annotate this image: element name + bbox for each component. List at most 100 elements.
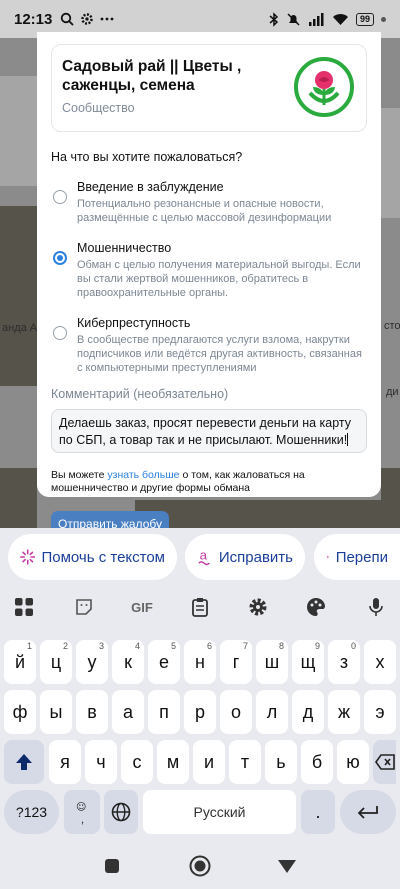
key[interactable]: ф bbox=[4, 690, 36, 734]
report-option-misinformation[interactable]: Введение в заблуждение Потенциально резо… bbox=[51, 180, 367, 225]
key[interactable]: в bbox=[76, 690, 108, 734]
community-title: Садовый рай || Цветы , саженцы, семена bbox=[62, 58, 242, 94]
space-key[interactable]: Русский bbox=[143, 790, 296, 834]
signal-icon bbox=[308, 12, 324, 26]
keyboard: Помочь с текстом a Исправить Перепи GIF bbox=[0, 528, 400, 844]
emoji-icon: ☺, bbox=[76, 802, 86, 825]
key[interactable]: ж bbox=[328, 690, 360, 734]
comment-label: Комментарий (необязательно) bbox=[51, 387, 229, 401]
key[interactable]: ш8 bbox=[256, 640, 288, 684]
shift-key[interactable] bbox=[4, 740, 44, 784]
option-description: Обман с целью получения материальной выг… bbox=[77, 259, 361, 299]
sparkle-icon bbox=[326, 555, 330, 559]
key[interactable]: г7 bbox=[220, 640, 252, 684]
keyboard-toolbar: GIF bbox=[0, 594, 400, 620]
radio-button-selected[interactable] bbox=[53, 251, 67, 265]
key[interactable]: х bbox=[364, 640, 396, 684]
key[interactable]: и bbox=[193, 740, 225, 784]
period-key[interactable]: . bbox=[301, 790, 335, 834]
key[interactable]: о bbox=[220, 690, 252, 734]
key-label: я bbox=[60, 751, 70, 772]
key[interactable]: м bbox=[157, 740, 189, 784]
key-label: ш bbox=[264, 651, 280, 672]
key-label: в bbox=[87, 701, 97, 722]
svg-text:,: , bbox=[81, 814, 84, 825]
key[interactable]: щ9 bbox=[292, 640, 324, 684]
key[interactable]: ы bbox=[40, 690, 72, 734]
key[interactable]: е5 bbox=[148, 640, 180, 684]
key-hint: 2 bbox=[62, 641, 68, 651]
report-hint: Вы можете узнать больше о том, как жалов… bbox=[51, 469, 367, 495]
key[interactable]: б bbox=[301, 740, 333, 784]
key-hint: 7 bbox=[242, 641, 248, 651]
key[interactable]: н6 bbox=[184, 640, 216, 684]
language-key[interactable] bbox=[104, 790, 138, 834]
key-label: л bbox=[266, 701, 278, 722]
key[interactable]: я bbox=[49, 740, 81, 784]
shift-icon bbox=[16, 754, 32, 770]
home-icon[interactable] bbox=[189, 855, 211, 877]
navigation-bar bbox=[0, 844, 400, 889]
text-caret bbox=[347, 433, 349, 446]
svg-text:☺: ☺ bbox=[76, 802, 86, 813]
key[interactable]: с bbox=[121, 740, 153, 784]
symbols-key[interactable]: ?123 bbox=[4, 790, 59, 834]
apps-grid-icon[interactable] bbox=[12, 594, 36, 620]
key[interactable]: ю bbox=[337, 740, 369, 784]
key-label: н bbox=[195, 651, 205, 672]
gear-icon[interactable] bbox=[246, 594, 270, 620]
comment-input[interactable]: Делаешь заказ, просят перевести деньги н… bbox=[51, 409, 367, 453]
key[interactable]: у3 bbox=[76, 640, 108, 684]
option-description: В сообществе предлагаются услуги взлома,… bbox=[77, 334, 362, 374]
gear-icon bbox=[81, 13, 94, 25]
report-option-fraud[interactable]: Мошенничество Обман с целью получения ма… bbox=[51, 241, 367, 300]
suggestion-help-with-text[interactable]: Помочь с текстом bbox=[8, 534, 177, 580]
learn-more-link[interactable]: узнать больше bbox=[107, 469, 179, 481]
key[interactable]: д bbox=[292, 690, 324, 734]
radio-button[interactable] bbox=[53, 326, 67, 340]
key-label: щ bbox=[300, 651, 316, 672]
key-hint: 1 bbox=[26, 641, 32, 651]
community-logo bbox=[294, 57, 354, 117]
palette-icon[interactable] bbox=[304, 594, 328, 620]
key[interactable]: р bbox=[184, 690, 216, 734]
key-label: у bbox=[87, 651, 97, 672]
key[interactable]: ц2 bbox=[40, 640, 72, 684]
back-icon[interactable] bbox=[277, 858, 297, 874]
clipboard-icon[interactable] bbox=[188, 594, 212, 620]
report-question: На что вы хотите пожаловаться? bbox=[51, 150, 243, 164]
enter-key[interactable] bbox=[340, 790, 396, 834]
emoji-key[interactable]: ☺, bbox=[64, 790, 100, 834]
key[interactable]: т bbox=[229, 740, 261, 784]
mic-icon[interactable] bbox=[364, 594, 388, 620]
backspace-key[interactable] bbox=[373, 740, 396, 784]
key-label: р bbox=[194, 701, 205, 722]
key[interactable]: ч bbox=[85, 740, 117, 784]
key-hint: 6 bbox=[206, 641, 212, 651]
background-text: сто bbox=[384, 320, 400, 332]
key[interactable]: а bbox=[112, 690, 144, 734]
recents-icon[interactable] bbox=[104, 858, 120, 874]
suggestion-fix[interactable]: a Исправить bbox=[185, 534, 305, 580]
key[interactable]: э bbox=[364, 690, 396, 734]
report-option-cybercrime[interactable]: Киберпреступность В сообществе предлагаю… bbox=[51, 316, 367, 375]
option-description: Потенциально резонансные и опасные новос… bbox=[77, 198, 332, 224]
key[interactable]: ь bbox=[265, 740, 297, 784]
radio-button[interactable] bbox=[53, 190, 67, 204]
key-label: ц bbox=[50, 651, 62, 672]
key[interactable]: п bbox=[148, 690, 180, 734]
key[interactable]: л bbox=[256, 690, 288, 734]
suggestion-rewrite[interactable]: Перепи bbox=[314, 534, 400, 580]
key[interactable]: з0 bbox=[328, 640, 360, 684]
option-title: Введение в заблуждение bbox=[77, 180, 224, 194]
key[interactable]: й1 bbox=[4, 640, 36, 684]
community-card[interactable]: Садовый рай || Цветы , саженцы, семена С… bbox=[51, 44, 367, 132]
comment-text: Делаешь заказ, просят перевести деньги н… bbox=[59, 416, 352, 447]
hint-text: Вы можете bbox=[51, 469, 108, 481]
sticker-icon[interactable] bbox=[72, 594, 96, 620]
gif-button[interactable]: GIF bbox=[128, 594, 156, 620]
key-label: о bbox=[230, 701, 241, 722]
key[interactable]: к4 bbox=[112, 640, 144, 684]
bluetooth-icon bbox=[269, 11, 279, 27]
key-label: к bbox=[124, 651, 132, 672]
